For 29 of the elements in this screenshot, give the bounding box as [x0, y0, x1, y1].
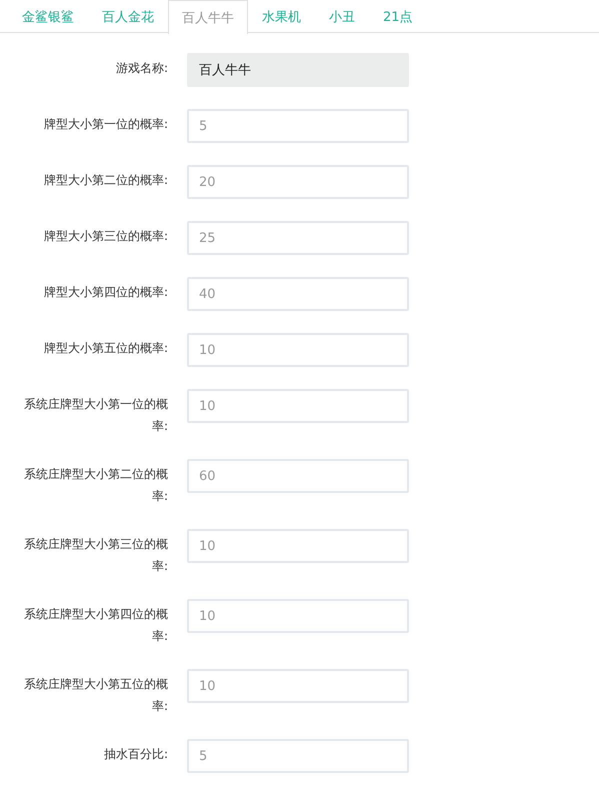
input-field[interactable]: 10 [187, 333, 409, 367]
field-label: 牌型大小第三位的概率: [42, 228, 168, 245]
tab[interactable]: 水果机 [248, 0, 315, 33]
input-field[interactable]: 10 [187, 669, 409, 703]
tab[interactable]: 小丑 [315, 0, 369, 33]
input-field[interactable]: 25 [187, 221, 409, 255]
tab[interactable]: 百人牛牛 [168, 0, 248, 34]
input-field[interactable]: 10 [187, 529, 409, 563]
field-label: 系统庄牌型大小第四位的概率: [23, 606, 168, 645]
tab[interactable]: 百人金花 [88, 0, 168, 33]
input-field[interactable]: 60 [187, 459, 409, 493]
field-label: 抽水百分比: [102, 746, 168, 763]
field-label: 系统庄牌型大小第三位的概率: [23, 536, 168, 575]
input-field[interactable]: 5 [187, 739, 409, 773]
field-label: 系统庄牌型大小第五位的概率: [23, 676, 168, 715]
input-field[interactable]: 10 [187, 389, 409, 423]
field-label: 系统庄牌型大小第一位的概率: [23, 396, 168, 435]
input-field[interactable]: 40 [187, 277, 409, 311]
tab[interactable]: 金鲨银鲨 [8, 0, 88, 33]
field-label: 游戏名称: [114, 60, 168, 77]
field-label: 系统庄牌型大小第二位的概率: [23, 466, 168, 505]
input-field[interactable]: 20 [187, 165, 409, 199]
field-label: 牌型大小第一位的概率: [42, 116, 168, 133]
field-label: 牌型大小第二位的概率: [42, 172, 168, 189]
field-label: 牌型大小第五位的概率: [42, 340, 168, 357]
input-field[interactable]: 10 [187, 599, 409, 633]
input-field[interactable]: 5 [187, 109, 409, 143]
field-label: 牌型大小第四位的概率: [42, 284, 168, 301]
tab[interactable]: 21点 [369, 0, 427, 33]
